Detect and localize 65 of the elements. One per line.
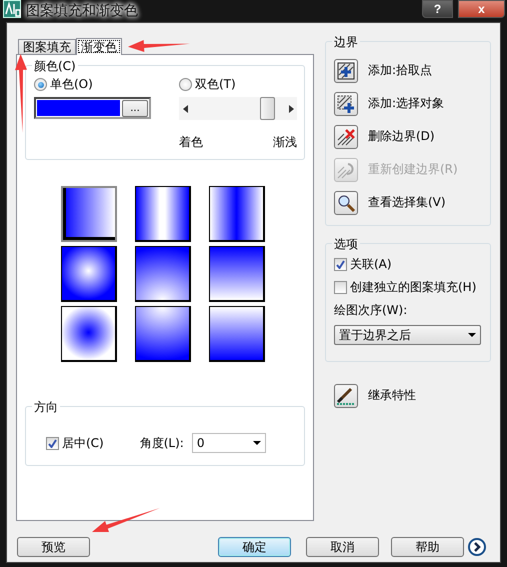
dialog-button[interactable]: 确定 <box>218 537 291 557</box>
gradient-swatch[interactable] <box>135 306 191 362</box>
search-button[interactable] <box>334 190 358 214</box>
brush-icon <box>336 386 356 406</box>
boundary-button[interactable] <box>334 58 358 82</box>
radio-button[interactable] <box>34 78 47 91</box>
draw-order-dropdown[interactable]: 置于边界之后 <box>334 325 481 345</box>
boundary-label: 重新创建边界(R) <box>368 161 458 178</box>
gradient-swatch[interactable] <box>209 306 265 362</box>
tab[interactable]: 图案填充 <box>18 39 76 54</box>
tab[interactable]: 渐变色 <box>76 38 122 55</box>
left-arrow-icon <box>182 104 188 112</box>
radio-label: 双色(T) <box>195 76 236 93</box>
angle-label: 角度(L): <box>140 434 184 452</box>
angle-dropdown[interactable]: 0 <box>192 433 266 453</box>
checkbox-label: 居中(C) <box>62 434 104 452</box>
hatch-icon <box>336 94 356 114</box>
gradient-swatch[interactable] <box>61 306 117 362</box>
dropdown-arrow-icon <box>468 333 476 337</box>
dropdown-value: 置于边界之后 <box>339 326 411 344</box>
inherit-label: 继承特性 <box>368 387 416 404</box>
radio-label: 单色(O) <box>50 76 93 93</box>
window-title: 图案填充和渐变色 <box>26 2 138 20</box>
gradient-swatch[interactable] <box>135 186 191 242</box>
close-button[interactable]: x <box>458 0 505 18</box>
checkbox[interactable] <box>334 258 347 271</box>
slider-label: 渐浅 <box>273 134 297 151</box>
app-icon <box>3 0 21 18</box>
group-title: 选项 <box>332 236 360 253</box>
checkbox-label: 关联(A) <box>350 256 392 273</box>
radio-button[interactable] <box>179 78 192 91</box>
color-picker[interactable]: ... <box>34 97 151 119</box>
boundary-label: 添加:拾取点 <box>368 62 432 79</box>
hatch-icon <box>336 60 356 80</box>
draw-order-label: 绘图次序(W): <box>334 302 408 319</box>
annotation-arrow <box>92 508 160 532</box>
tint-slider[interactable] <box>179 97 297 120</box>
browse-button[interactable]: ... <box>122 100 148 116</box>
checkbox-label: 创建独立的图案填充(H) <box>350 279 476 296</box>
hatch-delete-icon <box>336 126 356 146</box>
boundary-label: 添加:选择对象 <box>368 95 444 112</box>
gradient-swatch[interactable] <box>135 246 191 302</box>
boundary-button[interactable] <box>334 124 358 148</box>
boundary-button[interactable] <box>334 92 358 116</box>
slider-thumb[interactable] <box>260 97 276 120</box>
boundary-label: 删除边界(D) <box>368 128 435 145</box>
dialog-button[interactable]: 帮助 <box>391 537 464 557</box>
gradient-swatch[interactable] <box>61 246 117 302</box>
boundary-label: 查看选择集(V) <box>368 194 446 211</box>
search-icon <box>336 192 356 212</box>
dialog-button[interactable]: 预览 <box>17 537 90 557</box>
more-options-icon[interactable] <box>468 538 486 556</box>
checkbox[interactable] <box>334 281 347 294</box>
inherit-button[interactable] <box>334 384 358 408</box>
gradient-swatch[interactable] <box>209 186 265 242</box>
gradient-swatch[interactable] <box>209 246 265 302</box>
gradient-swatch[interactable] <box>61 186 117 242</box>
dialog-button[interactable]: 取消 <box>306 537 379 557</box>
right-arrow-icon <box>288 104 294 112</box>
slider-label: 着色 <box>179 134 203 151</box>
help-button[interactable]: ? <box>422 0 453 18</box>
checkbox[interactable] <box>46 436 59 450</box>
group-title: 颜色(C) <box>32 58 78 75</box>
dropdown-value: 0 <box>196 436 204 450</box>
dropdown-arrow-icon <box>252 441 261 445</box>
